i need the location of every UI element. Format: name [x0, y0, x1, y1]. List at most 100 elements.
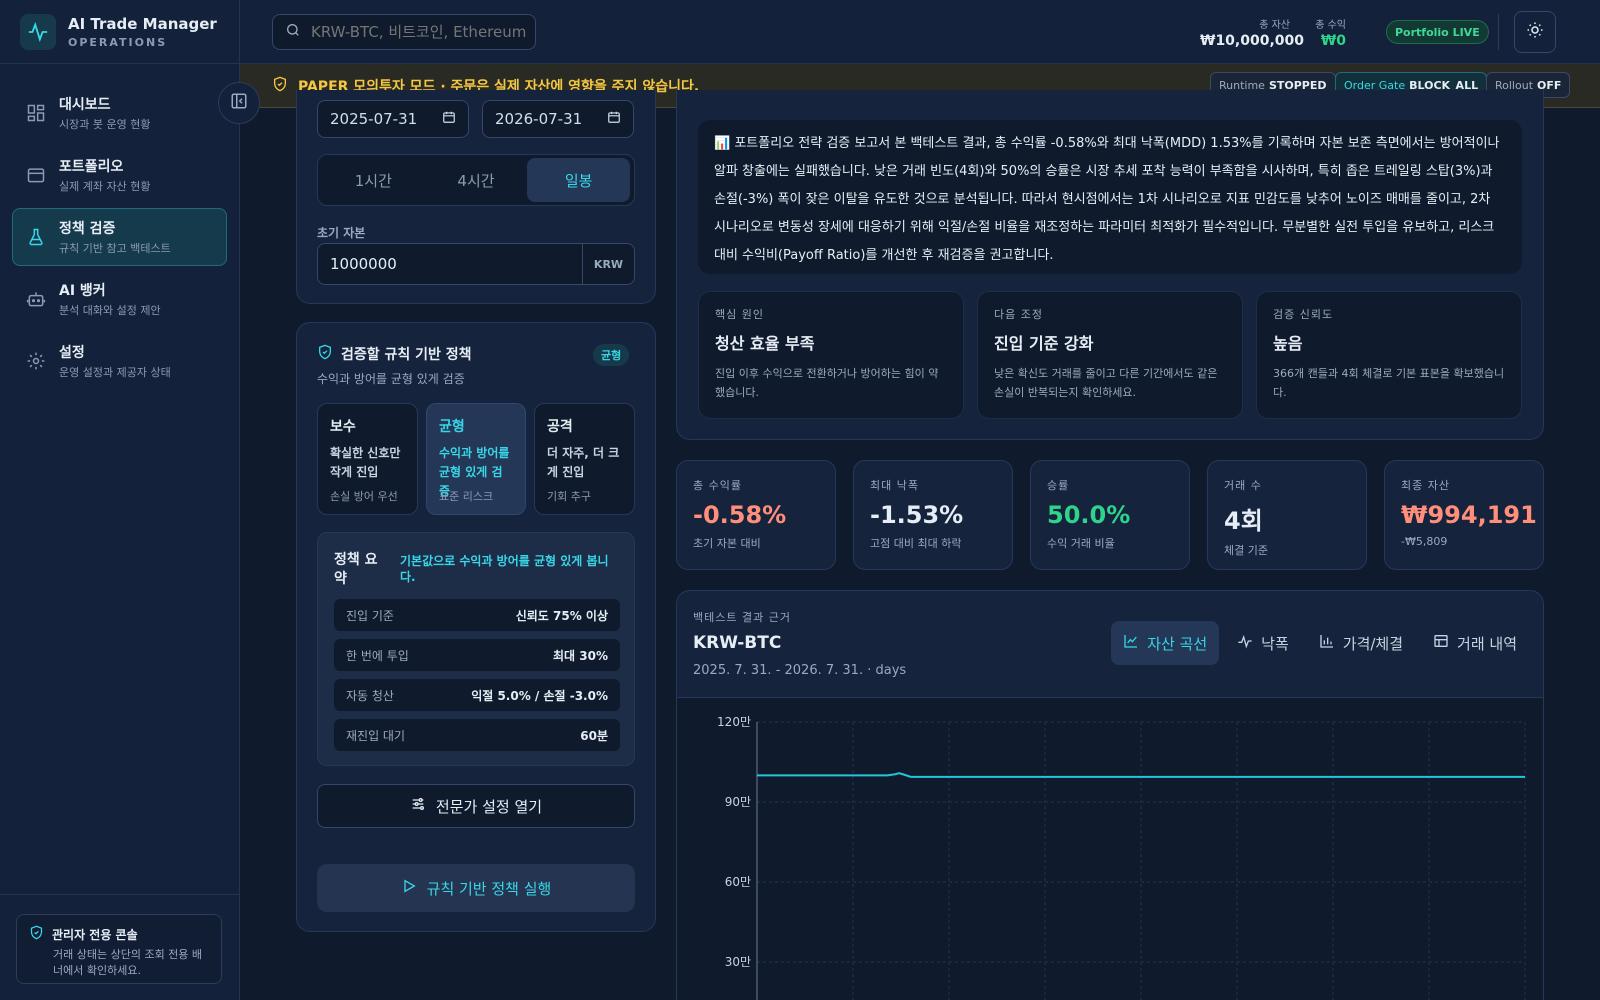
- kpi-max-drawdown: 최대 낙폭 -1.53% 고점 대비 최대 하락: [853, 460, 1013, 570]
- search-box[interactable]: [272, 14, 536, 50]
- brand: AI Trade Manager OPERATIONS: [0, 0, 239, 64]
- insight-card: 다음 조정 진입 기준 강화 낮은 확신도 거래를 줄이고 다른 기간에서도 같…: [977, 291, 1243, 419]
- top-divider: [1498, 14, 1499, 50]
- sidebar-item-sub: 운영 설정과 제공자 상태: [59, 366, 171, 379]
- timeframe-1h[interactable]: 1시간: [322, 158, 425, 202]
- sidebar-collapse-button[interactable]: [218, 82, 260, 124]
- capital-label: 초기 자본: [317, 226, 366, 240]
- shield-icon: [29, 925, 44, 943]
- kpi-win-rate: 승률 50.0% 수익 거래 비율: [1030, 460, 1190, 570]
- summary-row-value: 신뢰도 75% 이상: [515, 608, 608, 623]
- chart-eyebrow: 백테스트 결과 근거: [693, 611, 791, 624]
- policy-title-text: 검증할 규칙 기반 정책: [341, 347, 472, 363]
- kpi-label: 총 수익률: [693, 479, 742, 492]
- bar-chart-icon: [1319, 633, 1335, 653]
- policy-mode-balanced[interactable]: 균형 수익과 방어를 균형 있게 검증 표준 리스크: [426, 403, 526, 515]
- sidebar-item-dashboard[interactable]: 대시보드 시장과 봇 운영 현황: [12, 84, 227, 142]
- line-chart-icon: [1123, 633, 1139, 653]
- capital-input[interactable]: 1000000 KRW: [317, 243, 635, 285]
- robot-icon: [25, 288, 47, 310]
- expert-settings-button[interactable]: 전문가 설정 열기: [317, 784, 635, 828]
- summary-row-value: 60분: [580, 728, 608, 743]
- kpi-label: 최대 낙폭: [870, 479, 919, 492]
- insight-label: 핵심 원인: [715, 308, 764, 321]
- summary-desc: 기본값으로 수익과 방어를 균형 있게 봅니다.: [400, 554, 609, 585]
- tab-drawdown[interactable]: 낙폭: [1225, 621, 1301, 665]
- insight-label: 다음 조정: [994, 308, 1043, 321]
- equity-chart-area: 120만 90만 60만 30만: [677, 697, 1543, 1000]
- tab-label: 거래 내역: [1457, 634, 1517, 653]
- end-date-input[interactable]: 2026-07-31: [482, 100, 634, 138]
- summary-row-key: 재진입 대기: [346, 728, 406, 743]
- total-profit-label: 총 수익: [1315, 20, 1346, 31]
- insight-desc: 366개 캔들과 4회 체결로 기본 표본을 확보했습니다.: [1273, 367, 1505, 400]
- sidebar: AI Trade Manager OPERATIONS 대시보드 시장과 봇 운…: [0, 0, 240, 1000]
- sidebar-item-label: 설정: [59, 345, 85, 361]
- total-assets: 총 자산 ₩10,000,000: [1200, 16, 1305, 49]
- timeframe-daily[interactable]: 일봉: [527, 158, 631, 202]
- kpi-value: 4회: [1224, 507, 1263, 535]
- policy-title: 검증할 규칙 기반 정책: [317, 344, 472, 364]
- summary-row-value: 최대 30%: [553, 648, 608, 663]
- start-date-input[interactable]: 2025-07-31: [317, 100, 469, 138]
- mode-foot: 표준 리스크: [439, 490, 494, 503]
- mode-desc: 확실한 신호만 작게 진입: [330, 446, 401, 480]
- portfolio-live-badge: Portfolio LIVE: [1386, 20, 1489, 44]
- sidebar-item-sub: 분석 대화와 설정 제안: [59, 304, 161, 317]
- admin-desc: 거래 상태는 상단의 조회 전용 배너에서 확인하세요.: [53, 948, 203, 977]
- sidebar-divider: [0, 894, 240, 895]
- run-policy-label: 규칙 기반 정책 실행: [426, 879, 552, 898]
- mode-name: 보수: [330, 419, 356, 435]
- summary-title: 정책 요약: [334, 552, 378, 587]
- summary-row: 자동 청산 익절 5.0% / 손절 -3.0%: [334, 679, 620, 711]
- report-chart-icon: 📊: [714, 136, 731, 151]
- kpi-sub: 체결 기준: [1224, 544, 1268, 557]
- policy-subtitle: 수익과 방어를 균형 있게 검증: [317, 372, 465, 386]
- sidebar-item-policy-validation[interactable]: 정책 검증 규칙 기반 참고 백테스트: [12, 208, 227, 266]
- capital-unit: KRW: [582, 244, 634, 284]
- kpi-label: 최종 자산: [1401, 479, 1450, 492]
- end-date-value: 2026-07-31: [495, 110, 583, 128]
- summary-row: 재진입 대기 60분: [334, 719, 620, 751]
- sidebar-item-ai-banker[interactable]: AI 뱅커 분석 대화와 설정 제안: [12, 270, 227, 328]
- policy-mode-badge: 균형: [593, 344, 630, 366]
- backtest-chart-panel: 백테스트 결과 근거 KRW-BTC 2025. 7. 31. - 2026. …: [676, 590, 1544, 1000]
- search-input[interactable]: [311, 23, 527, 41]
- capital-value: 1000000: [330, 255, 397, 273]
- theme-toggle-button[interactable]: [1514, 11, 1556, 53]
- timeframe-4h[interactable]: 4시간: [425, 158, 528, 202]
- run-policy-button[interactable]: 규칙 기반 정책 실행: [317, 864, 635, 912]
- y-tick-label: 120만: [717, 715, 751, 729]
- kpi-value: ₩994,191: [1401, 501, 1537, 529]
- total-assets-value: ₩10,000,000: [1200, 33, 1305, 49]
- sidebar-item-sub: 규칙 기반 참고 백테스트: [59, 242, 171, 255]
- insight-title: 진입 기준 강화: [994, 334, 1094, 353]
- sidebar-item-portfolio[interactable]: 포트폴리오 실제 계좌 자산 현황: [12, 146, 227, 204]
- activity-icon: [1237, 633, 1253, 653]
- admin-title: 관리자 전용 콘솔: [52, 927, 138, 942]
- sidebar-item-label: AI 뱅커: [59, 283, 106, 299]
- policy-mode-conservative[interactable]: 보수 확실한 신호만 작게 진입 손실 방어 우선: [317, 403, 418, 515]
- policy-mode-aggressive[interactable]: 공격 더 자주, 더 크게 진입 기회 추구: [534, 403, 635, 515]
- sun-icon: [1526, 21, 1544, 43]
- mode-name: 균형: [439, 419, 465, 435]
- sidebar-item-settings[interactable]: 설정 운영 설정과 제공자 상태: [12, 332, 227, 390]
- summary-row-key: 진입 기준: [346, 608, 394, 623]
- tab-equity-curve[interactable]: 자산 곡선: [1111, 621, 1220, 665]
- pulse-logo-icon: [20, 13, 56, 50]
- insight-desc: 진입 이후 수익으로 전환하거나 방어하는 힘이 약했습니다.: [715, 367, 939, 400]
- admin-console-notice: 관리자 전용 콘솔 거래 상태는 상단의 조회 전용 배너에서 확인하세요.: [16, 914, 222, 984]
- tab-price-fills[interactable]: 가격/체결: [1307, 621, 1415, 665]
- summary-row-value: 익절 5.0% / 손절 -3.0%: [471, 688, 608, 703]
- brand-subtitle: OPERATIONS: [68, 35, 168, 49]
- chart-period: 2025. 7. 31. - 2026. 7. 31. · days: [693, 663, 907, 678]
- kpi-sub: 수익 거래 비율: [1047, 537, 1115, 550]
- search-icon: [285, 22, 301, 42]
- summary-row-key: 자동 청산: [346, 688, 394, 703]
- kpi-final-assets: 최종 자산 ₩994,191 -₩5,809: [1384, 460, 1544, 570]
- sidebar-item-sub: 실제 계좌 자산 현황: [59, 180, 151, 193]
- sliders-icon: [410, 796, 426, 816]
- tab-trade-history[interactable]: 거래 내역: [1421, 621, 1529, 665]
- insight-desc: 낮은 확신도 거래를 줄이고 다른 기간에서도 같은 손실이 반복되는지 확인하…: [994, 367, 1218, 400]
- sidebar-item-sub: 시장과 봇 운영 현황: [59, 118, 151, 131]
